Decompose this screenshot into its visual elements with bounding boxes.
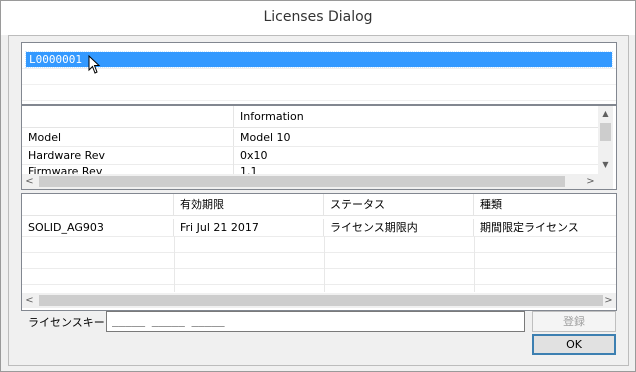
info-row-key: Model xyxy=(22,129,234,146)
info-row-key: Hardware Rev xyxy=(22,147,234,164)
info-header-information[interactable]: Information xyxy=(234,106,598,128)
info-horizontal-scrollbar[interactable]: < > xyxy=(22,174,598,189)
license-header-name[interactable] xyxy=(22,194,174,216)
info-header-empty xyxy=(22,106,234,128)
license-header-status[interactable]: ステータス xyxy=(324,194,474,216)
scroll-left-icon[interactable]: < xyxy=(22,174,37,189)
horizontal-scroll-thumb[interactable] xyxy=(39,295,603,306)
license-table[interactable]: 有効期限 ステータス 種類 SOLID_AG903 Fri Jul 21 201… xyxy=(21,193,617,311)
scroll-left-icon[interactable]: < xyxy=(22,293,37,308)
scroll-up-icon[interactable]: ▲ xyxy=(598,106,613,121)
info-row-value: 0x10 xyxy=(240,149,268,162)
title-bar: Licenses Dialog xyxy=(1,1,635,35)
info-table[interactable]: Information Model Model 10 Hardware Rev … xyxy=(21,105,617,190)
horizontal-scroll-thumb[interactable] xyxy=(39,176,565,187)
vertical-scroll-thumb[interactable] xyxy=(600,123,611,141)
scroll-down-icon[interactable]: ▼ xyxy=(598,157,613,172)
mouse-cursor-icon xyxy=(88,55,101,74)
licenses-dialog-window: Licenses Dialog L0000001 Information Mod… xyxy=(0,0,636,372)
license-horizontal-scrollbar[interactable]: < > xyxy=(22,293,616,308)
license-cell-type: 期間限定ライセンス xyxy=(480,221,579,234)
license-cell-name: SOLID_AG903 xyxy=(22,219,174,236)
license-list[interactable]: L0000001 xyxy=(21,42,617,105)
scroll-right-icon[interactable]: > xyxy=(583,174,598,189)
license-cell-expiry: Fri Jul 21 2017 xyxy=(174,219,324,236)
ok-button[interactable]: OK xyxy=(532,334,616,355)
license-key-value: _____ _____ _____ xyxy=(112,314,225,327)
license-list-item[interactable]: L0000001 xyxy=(25,51,613,68)
license-header-type[interactable]: 種類 xyxy=(474,194,616,216)
window-title: Licenses Dialog xyxy=(263,9,373,25)
dialog-content: L0000001 Information Model Model 10 Hard… xyxy=(8,35,629,366)
license-key-input[interactable]: _____ _____ _____ xyxy=(106,311,525,332)
license-key-label: ライセンスキー xyxy=(28,316,105,329)
info-row-value: Model 10 xyxy=(240,131,291,144)
scroll-right-icon[interactable]: > xyxy=(601,293,616,308)
info-vertical-scrollbar[interactable]: ▲ ▼ xyxy=(598,106,613,174)
license-header-expiry[interactable]: 有効期限 xyxy=(174,194,324,216)
register-button[interactable]: 登録 xyxy=(532,311,616,332)
license-cell-status: ライセンス期限内 xyxy=(324,219,474,236)
